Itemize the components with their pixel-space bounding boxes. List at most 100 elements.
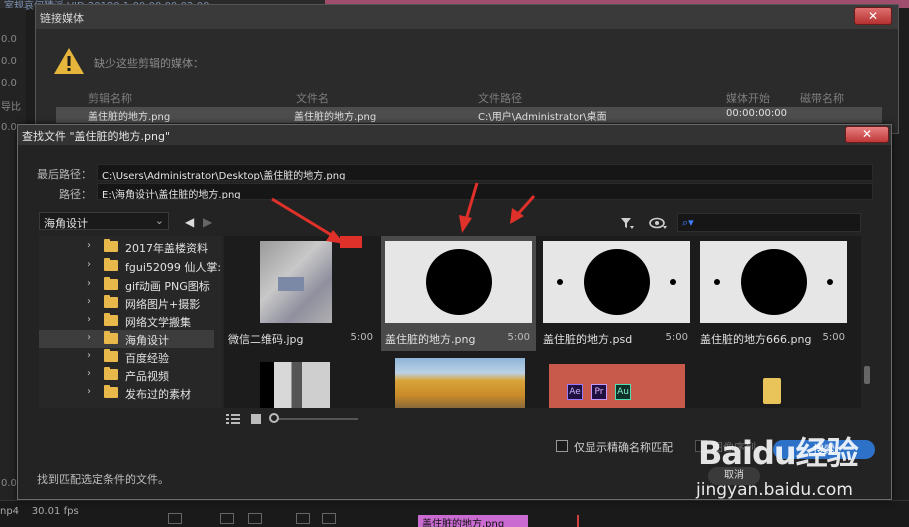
chevron-down-icon: ⌄ [154, 214, 164, 227]
file-name: 盖住脏的地方.psd [543, 333, 633, 346]
file-tile[interactable]: 盖住脏的地方666.png 5:00 [696, 236, 851, 351]
file-tile[interactable]: 盖住脏的地方.psd 5:00 [539, 236, 694, 351]
folder-icon [104, 367, 118, 380]
search-input[interactable]: ⌕▾ [677, 213, 861, 232]
folder-item[interactable]: › 百度经验 [39, 348, 214, 366]
grid-scrollbar[interactable] [864, 366, 870, 384]
bg-num: 0.0 [1, 78, 17, 89]
find-file-titlebar[interactable]: 查找文件 "盖住脏的地方.png" ✕ [18, 125, 891, 145]
folder-item-selected[interactable]: › 海角设计 [39, 330, 214, 348]
baidu-watermark: Baidu经验 jingyan.baidu.com [690, 428, 890, 506]
timeline-tool-icon[interactable] [220, 513, 234, 524]
folder-tree: › 2017年盖楼资料 › fgui52099 仙人掌: › gif动画 PNG… [39, 236, 222, 408]
file-tile[interactable] [224, 356, 379, 408]
file-tile-selected[interactable]: 盖住脏的地方.png 5:00 [381, 236, 536, 351]
cell-clip-name: 盖住脏的地方.png [88, 112, 171, 123]
folder-item[interactable]: › 发布过的素材 [39, 384, 214, 402]
col-tape-name[interactable]: 磁带名称 [800, 90, 844, 106]
file-duration: 5:00 [665, 332, 688, 343]
last-path-label: 最后路径： [37, 168, 92, 181]
location-dropdown-value: 海角设计 [44, 217, 88, 230]
file-name: 盖住脏的地方666.png [700, 333, 812, 346]
folder-label: 网络图片+摄影 [125, 298, 201, 311]
file-tile[interactable] [381, 356, 536, 408]
chevron-right-icon[interactable]: › [87, 350, 91, 361]
fps-readout: np4 30.01 fps [0, 506, 79, 517]
missing-media-warning: 缺少这些剪辑的媒体： [94, 57, 204, 70]
path-field[interactable]: E:\海角设计\盖住脏的地方.png [97, 183, 873, 200]
col-clip-name[interactable]: 剪辑名称 [88, 90, 132, 106]
col-media-start[interactable]: 媒体开始 [726, 90, 770, 106]
timeline-tool-icon[interactable] [296, 513, 310, 524]
chevron-right-icon[interactable]: › [87, 296, 91, 307]
cell-media-start: 00:00:00:00 [726, 108, 788, 119]
forward-arrow-icon[interactable]: ▶ [203, 215, 212, 229]
zoom-slider-handle[interactable] [269, 413, 279, 423]
folder-icon [763, 378, 781, 404]
thumbnail-view-icon[interactable] [251, 414, 261, 424]
file-name: 微信二维码.jpg [228, 333, 304, 346]
folder-item[interactable]: › 网络图片+摄影 [39, 294, 214, 312]
last-path-field[interactable]: C:\Users\Administrator\Desktop\盖住脏的地方.pn… [97, 164, 873, 181]
file-tile[interactable] [696, 356, 851, 408]
folder-icon [104, 331, 118, 344]
filter-icon[interactable] [620, 216, 634, 230]
link-media-titlebar[interactable]: 链接媒体 ✕ [36, 5, 898, 29]
file-grid: 微信二维码.jpg 5:00 盖住脏的地方.png 5:00 盖住脏的地方.ps… [224, 236, 861, 408]
chevron-right-icon[interactable]: › [87, 368, 91, 379]
file-duration: 5:00 [822, 332, 845, 343]
zoom-slider[interactable] [274, 418, 358, 420]
folder-label: 发布过的素材 [125, 388, 191, 401]
path-label: 路径： [59, 188, 92, 201]
chevron-right-icon[interactable]: › [87, 314, 91, 325]
cell-file-path: C:\用户\Administrator\桌面 [478, 112, 607, 123]
file-thumbnail [395, 358, 525, 408]
bg-num: 导比 [1, 102, 21, 113]
table-row[interactable]: 盖住脏的地方.png 盖住脏的地方.png C:\用户\Administrato… [56, 107, 882, 123]
link-media-table-header: 剪辑名称 文件名 文件路径 媒体开始 磁带名称 [56, 89, 896, 105]
col-file-path[interactable]: 文件路径 [478, 90, 522, 106]
chevron-right-icon[interactable]: › [87, 332, 91, 343]
file-name: 盖住脏的地方.png [385, 333, 476, 346]
list-view-icon[interactable] [226, 414, 240, 424]
folder-label: 海角设计 [125, 334, 169, 347]
exact-match-label: 仅显示精确名称匹配 [574, 441, 673, 454]
chevron-right-icon[interactable]: › [87, 278, 91, 289]
back-arrow-icon[interactable]: ◀ [185, 215, 194, 229]
file-thumbnail [228, 241, 375, 323]
folder-label: 百度经验 [125, 352, 169, 365]
folder-icon [104, 258, 118, 271]
chevron-right-icon[interactable]: › [87, 259, 91, 270]
eye-icon[interactable] [649, 217, 667, 229]
folder-item[interactable]: › gif动画 PNG图标 [39, 276, 214, 294]
folder-item[interactable]: › 网络文学搬集 [39, 312, 214, 330]
folder-icon [104, 313, 118, 326]
file-thumbnail: Ae Pr Au [549, 364, 685, 408]
folder-item[interactable]: › 2017年盖楼资料 [39, 238, 214, 256]
playhead[interactable] [577, 515, 579, 527]
folder-label: 产品视频 [125, 370, 169, 383]
timeline-tool-icon[interactable] [168, 513, 182, 524]
chevron-right-icon[interactable]: › [87, 240, 91, 251]
chevron-right-icon[interactable]: › [87, 386, 91, 397]
link-media-title: 链接媒体 [40, 12, 84, 25]
folder-icon [104, 277, 118, 290]
timeline-tool-icon[interactable] [248, 513, 262, 524]
audition-icon: Au [615, 384, 631, 400]
col-file-name[interactable]: 文件名 [296, 90, 329, 106]
link-media-close-button[interactable]: ✕ [854, 7, 892, 25]
file-tile[interactable]: 微信二维码.jpg 5:00 [224, 236, 379, 351]
premiere-icon: Pr [591, 384, 607, 400]
timeline-tool-icon[interactable] [322, 513, 336, 524]
file-tile[interactable]: Ae Pr Au [539, 356, 694, 408]
exact-match-checkbox[interactable] [556, 440, 568, 452]
file-thumbnail [700, 241, 847, 323]
find-file-close-button[interactable]: ✕ [845, 126, 889, 143]
folder-item[interactable]: › fgui52099 仙人掌: [39, 257, 221, 275]
link-media-dialog: 链接媒体 ✕ 缺少这些剪辑的媒体： 剪辑名称 文件名 文件路径 媒体开始 磁带名… [35, 4, 899, 134]
folder-item[interactable]: › 产品视频 [39, 366, 214, 384]
warning-icon [54, 48, 84, 74]
location-dropdown[interactable]: 海角设计 ⌄ [39, 212, 169, 230]
timeline-clip[interactable]: 盖住脏的地方.png [418, 515, 528, 527]
watermark-url: jingyan.baidu.com [696, 480, 853, 500]
